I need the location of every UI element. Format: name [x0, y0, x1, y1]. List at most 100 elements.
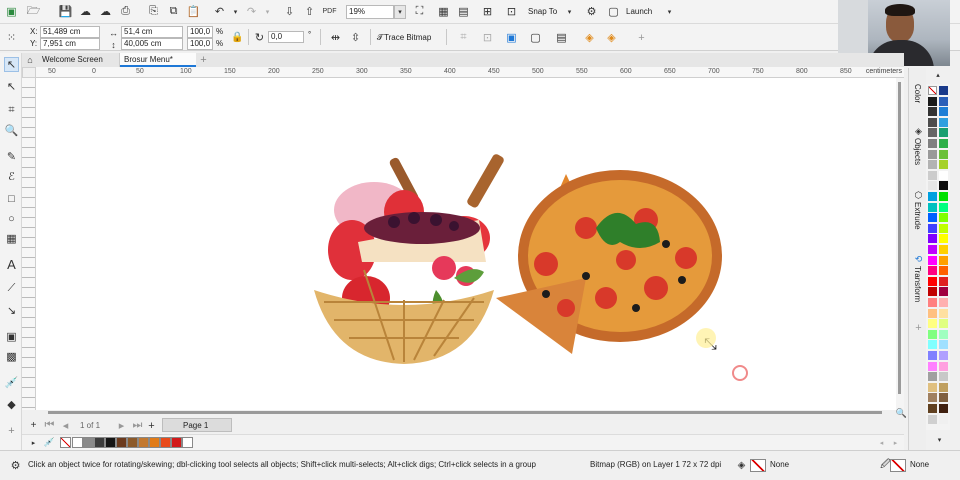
- transparency-tool-icon[interactable]: ▩: [4, 349, 19, 364]
- tab-welcome-screen[interactable]: ⌂ Welcome Screen: [22, 53, 120, 67]
- docker-tab-transform[interactable]: Transform: [910, 266, 926, 318]
- horizontal-scrollbar-thumb[interactable]: [48, 411, 882, 414]
- palette-color-swatch[interactable]: [939, 213, 948, 223]
- open-folder-icon[interactable]: 🗁: [26, 4, 41, 19]
- palette-color-swatch[interactable]: [928, 340, 937, 350]
- palette-color-swatch[interactable]: [928, 96, 937, 106]
- palette-eyedropper-icon[interactable]: 💉: [42, 435, 57, 450]
- palette-color-swatch[interactable]: [939, 192, 948, 201]
- palette-color-swatch[interactable]: [928, 107, 937, 117]
- document-color-swatch[interactable]: [160, 437, 171, 448]
- copy-icon[interactable]: ⧉: [166, 4, 181, 19]
- pizza-image[interactable]: [486, 168, 726, 358]
- vertical-scrollbar[interactable]: [896, 78, 904, 410]
- shape-tool-icon[interactable]: ↖: [4, 79, 19, 94]
- palette-color-swatch[interactable]: [939, 234, 948, 244]
- next-page-icon[interactable]: ▸: [114, 418, 129, 433]
- pick-tool-icon[interactable]: ↖: [4, 57, 19, 72]
- vertical-scrollbar-thumb[interactable]: [898, 82, 901, 394]
- document-color-swatch[interactable]: [138, 437, 149, 448]
- horizontal-scrollbar[interactable]: [48, 410, 890, 416]
- launch-app-icon[interactable]: ▢: [606, 4, 621, 19]
- show-guidelines-icon[interactable]: ⊞: [480, 4, 495, 19]
- palette-color-swatch[interactable]: [939, 96, 948, 106]
- snap-to-icon[interactable]: ⊡: [504, 4, 519, 19]
- artistic-media-tool-icon[interactable]: ℰ: [4, 169, 19, 184]
- palette-color-swatch[interactable]: [939, 245, 948, 254]
- palette-color-swatch[interactable]: [939, 117, 948, 127]
- palette-color-swatch[interactable]: [928, 351, 937, 360]
- palette-color-swatch[interactable]: [928, 160, 937, 170]
- add-page-after-icon[interactable]: +: [144, 418, 159, 433]
- palette-scroll-right-icon[interactable]: ▸: [888, 435, 903, 450]
- add-tool-icon[interactable]: +: [4, 423, 19, 438]
- rectangle-tool-icon[interactable]: □: [4, 191, 19, 206]
- show-rulers-icon[interactable]: ▦: [436, 4, 451, 19]
- text-tool-icon[interactable]: A: [4, 257, 19, 272]
- page-tab[interactable]: Page 1: [162, 418, 232, 432]
- palette-color-swatch[interactable]: [928, 255, 937, 265]
- scale-y-field[interactable]: 100,0: [187, 38, 213, 50]
- bitmap-color-mask-icon[interactable]: ▤: [554, 30, 569, 45]
- palette-color-swatch[interactable]: [939, 266, 948, 276]
- resample-icon[interactable]: ⊡: [480, 30, 495, 45]
- palette-color-swatch[interactable]: [939, 404, 948, 413]
- add-page-before-icon[interactable]: +: [26, 418, 41, 433]
- palette-color-swatch[interactable]: [939, 382, 948, 392]
- x-position-field[interactable]: 51,489 cm: [40, 26, 100, 38]
- palette-color-swatch[interactable]: [939, 160, 948, 170]
- palette-color-swatch[interactable]: [939, 393, 948, 403]
- drop-shadow-tool-icon[interactable]: ▣: [4, 329, 19, 344]
- palette-color-swatch[interactable]: [928, 139, 937, 148]
- document-color-swatch[interactable]: [127, 437, 138, 448]
- document-color-swatch[interactable]: [116, 437, 127, 448]
- docker-tab-objects[interactable]: Objects: [910, 138, 926, 182]
- document-color-swatch[interactable]: [149, 437, 160, 448]
- undo-dropdown-icon[interactable]: ▾: [228, 4, 243, 19]
- palette-color-swatch[interactable]: [928, 202, 937, 212]
- palette-color-swatch[interactable]: [939, 276, 948, 286]
- palette-color-swatch[interactable]: [939, 139, 948, 148]
- fill-bucket-icon[interactable]: ◈: [734, 458, 749, 473]
- ice-cream-bowl-image[interactable]: [304, 150, 504, 365]
- palette-color-swatch[interactable]: [939, 361, 948, 371]
- palette-color-swatch[interactable]: [928, 319, 937, 329]
- palette-color-swatch[interactable]: [928, 192, 937, 201]
- palette-color-swatch[interactable]: [928, 404, 937, 413]
- palette-color-swatch[interactable]: [939, 351, 948, 360]
- new-tab-icon[interactable]: +: [196, 53, 211, 67]
- palette-color-swatch[interactable]: [928, 128, 937, 138]
- last-page-icon[interactable]: ⏭: [130, 418, 145, 433]
- docker-tab-extrude[interactable]: Extrude: [910, 202, 926, 246]
- crop-tool-icon[interactable]: ⌗: [4, 103, 19, 118]
- arrange-back-icon[interactable]: ◈: [604, 30, 619, 45]
- palette-color-swatch[interactable]: [939, 128, 948, 138]
- eyedropper-tool-icon[interactable]: 💉: [4, 375, 19, 390]
- full-screen-preview-icon[interactable]: ⛶: [412, 4, 427, 19]
- undo-icon[interactable]: ↶: [212, 4, 227, 19]
- palette-color-swatch[interactable]: [939, 340, 948, 350]
- palette-color-swatch[interactable]: [939, 202, 948, 212]
- palette-color-swatch[interactable]: [928, 223, 937, 233]
- cloud-upload-icon[interactable]: ☁: [78, 4, 93, 19]
- palette-color-swatch[interactable]: [928, 276, 937, 286]
- palette-color-swatch[interactable]: [939, 223, 948, 233]
- height-field[interactable]: 40,005 cm: [121, 38, 183, 50]
- zoom-navigator-icon[interactable]: 🔍: [894, 406, 909, 421]
- add-toolbar-item-icon[interactable]: +: [634, 30, 649, 45]
- palette-color-swatch[interactable]: [928, 149, 937, 159]
- palette-color-swatch[interactable]: [939, 287, 948, 297]
- scale-x-field[interactable]: 100,0: [187, 26, 213, 38]
- object-origin-icon[interactable]: ⁙: [4, 30, 19, 45]
- redo-icon[interactable]: ↷: [244, 4, 259, 19]
- previous-page-icon[interactable]: ◂: [58, 418, 73, 433]
- no-color-swatch[interactable]: [60, 437, 71, 448]
- options-gear-icon[interactable]: ⚙: [584, 4, 599, 19]
- add-docker-icon[interactable]: +: [911, 320, 926, 335]
- palette-color-swatch[interactable]: [939, 86, 948, 95]
- palette-color-swatch[interactable]: [928, 266, 937, 276]
- docker-tab-color[interactable]: Color: [910, 80, 926, 120]
- show-grid-icon[interactable]: ▤: [456, 4, 471, 19]
- interactive-fill-tool-icon[interactable]: ◆: [4, 397, 19, 412]
- paste-icon[interactable]: 📋: [186, 4, 201, 19]
